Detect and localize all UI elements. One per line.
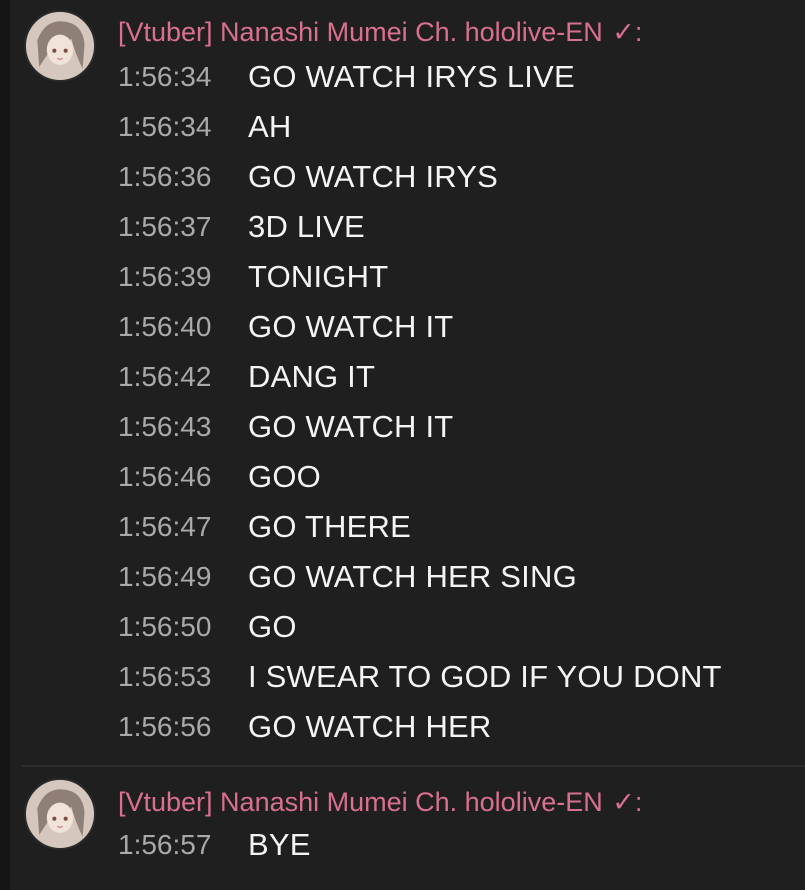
timestamp: 1:56:46 xyxy=(118,461,212,492)
avatar-icon-graphic xyxy=(26,12,94,80)
message-text: GOO xyxy=(248,459,321,494)
message-text: BYE xyxy=(248,827,311,862)
author-name[interactable]: [Vtuber] Nanashi Mumei Ch. hololive-EN ✓… xyxy=(118,16,642,48)
message-text: GO WATCH IT xyxy=(248,409,454,444)
chat-message: 1:56:50 GO xyxy=(118,602,297,652)
message-text: GO WATCH IT xyxy=(248,309,454,344)
message-text: I SWEAR TO GOD IF YOU DONT xyxy=(248,659,722,694)
chat-log: [Vtuber] Nanashi Mumei Ch. hololive-EN ✓… xyxy=(0,0,805,890)
message-text: GO WATCH HER SING xyxy=(248,559,577,594)
author-label: [Vtuber] Nanashi Mumei Ch. hololive-EN xyxy=(118,17,603,47)
chat-message: 1:56:47 GO THERE xyxy=(118,502,411,552)
chat-message: 1:56:49 GO WATCH HER SING xyxy=(118,552,577,602)
message-text: DANG IT xyxy=(248,359,376,394)
verified-check-icon: ✓: xyxy=(612,787,643,817)
chat-message: 1:56:43 GO WATCH IT xyxy=(118,402,453,452)
message-text: GO WATCH IRYS xyxy=(248,159,499,194)
timestamp: 1:56:37 xyxy=(118,211,212,242)
timestamp: 1:56:57 xyxy=(118,829,212,860)
chat-message: 1:56:34 AH xyxy=(118,102,291,152)
timestamp: 1:56:50 xyxy=(118,611,212,642)
chat-message: 1:56:42 DANG IT xyxy=(118,352,375,402)
timestamp: 1:56:47 xyxy=(118,511,212,542)
timestamp: 1:56:42 xyxy=(118,361,212,392)
avatar-icon[interactable] xyxy=(24,778,96,850)
chat-message: 1:56:36 GO WATCH IRYS xyxy=(118,152,498,202)
chat-message: 1:56:37 3D LIVE xyxy=(118,202,365,252)
timestamp: 1:56:39 xyxy=(118,261,212,292)
chat-message: 1:56:57 BYE xyxy=(118,820,311,870)
timestamp: 1:56:34 xyxy=(118,111,212,142)
chat-message: 1:56:39 TONIGHT xyxy=(118,252,388,302)
message-text: GO THERE xyxy=(248,509,411,544)
timestamp: 1:56:56 xyxy=(118,711,212,742)
timestamp: 1:56:49 xyxy=(118,561,212,592)
chat-message: 1:56:46 GOO xyxy=(118,452,321,502)
left-panel-edge xyxy=(0,0,10,890)
timestamp: 1:56:40 xyxy=(118,311,212,342)
timestamp: 1:56:36 xyxy=(118,161,212,192)
chat-message: 1:56:34 GO WATCH IRYS LIVE xyxy=(118,52,575,102)
timestamp: 1:56:43 xyxy=(118,411,212,442)
message-text: GO WATCH HER xyxy=(248,709,492,744)
author-name[interactable]: [Vtuber] Nanashi Mumei Ch. hololive-EN ✓… xyxy=(118,786,642,818)
message-text: TONIGHT xyxy=(248,259,389,294)
timestamp: 1:56:53 xyxy=(118,661,212,692)
chat-message: 1:56:56 GO WATCH HER xyxy=(118,702,492,752)
chat-message: 1:56:40 GO WATCH IT xyxy=(118,302,453,352)
timestamp: 1:56:34 xyxy=(118,61,212,92)
message-divider xyxy=(22,765,805,767)
avatar-icon-graphic xyxy=(26,780,94,848)
author-label: [Vtuber] Nanashi Mumei Ch. hololive-EN xyxy=(118,787,603,817)
verified-check-icon: ✓: xyxy=(612,17,643,47)
message-text: GO WATCH IRYS LIVE xyxy=(248,59,575,94)
message-text: 3D LIVE xyxy=(248,209,365,244)
message-text: GO xyxy=(248,609,297,644)
avatar-icon[interactable] xyxy=(24,10,96,82)
chat-message: 1:56:53 I SWEAR TO GOD IF YOU DONT xyxy=(118,652,722,702)
message-text: AH xyxy=(248,109,292,144)
